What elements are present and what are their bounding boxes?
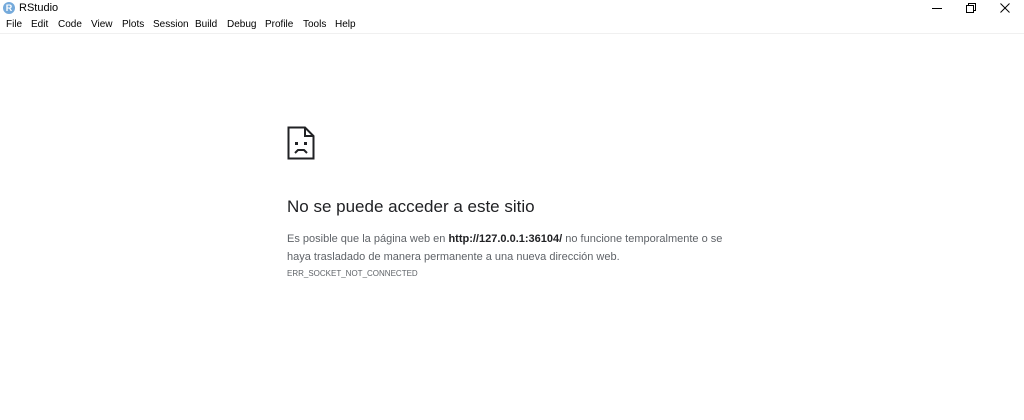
minimize-button[interactable] — [920, 0, 954, 17]
sad-page-icon — [287, 126, 315, 160]
menu-edit[interactable]: Edit — [31, 19, 48, 31]
error-description: Es posible que la página web en http://1… — [287, 230, 737, 266]
viewer-page: No se puede acceder a este sitio Es posi… — [0, 34, 1024, 420]
restore-icon — [966, 3, 976, 13]
menu-profile[interactable]: Profile — [265, 19, 293, 31]
menu-view[interactable]: View — [91, 19, 113, 31]
close-icon — [1000, 3, 1010, 13]
title-bar: R RStudio — [0, 0, 1024, 17]
menu-debug[interactable]: Debug — [227, 19, 256, 31]
menu-help[interactable]: Help — [335, 19, 356, 31]
restore-button[interactable] — [954, 0, 988, 17]
error-title: No se puede acceder a este sitio — [287, 197, 535, 216]
rstudio-logo-icon: R — [3, 2, 15, 14]
menu-tools[interactable]: Tools — [303, 19, 326, 31]
window-title: RStudio — [19, 2, 59, 14]
error-code: ERR_SOCKET_NOT_CONNECTED — [287, 269, 418, 278]
menu-code[interactable]: Code — [58, 19, 82, 31]
menu-build[interactable]: Build — [195, 19, 217, 31]
minimize-icon — [932, 8, 942, 9]
menu-plots[interactable]: Plots — [122, 19, 144, 31]
menu-file[interactable]: File — [6, 19, 22, 31]
error-description-start: Es posible que la página web en — [287, 233, 449, 245]
menu-session[interactable]: Session — [153, 19, 189, 31]
error-url: http://127.0.0.1:36104/ — [448, 233, 563, 245]
menu-bar: File Edit Code View Plots Session Build … — [0, 17, 1024, 34]
close-button[interactable] — [988, 0, 1022, 17]
